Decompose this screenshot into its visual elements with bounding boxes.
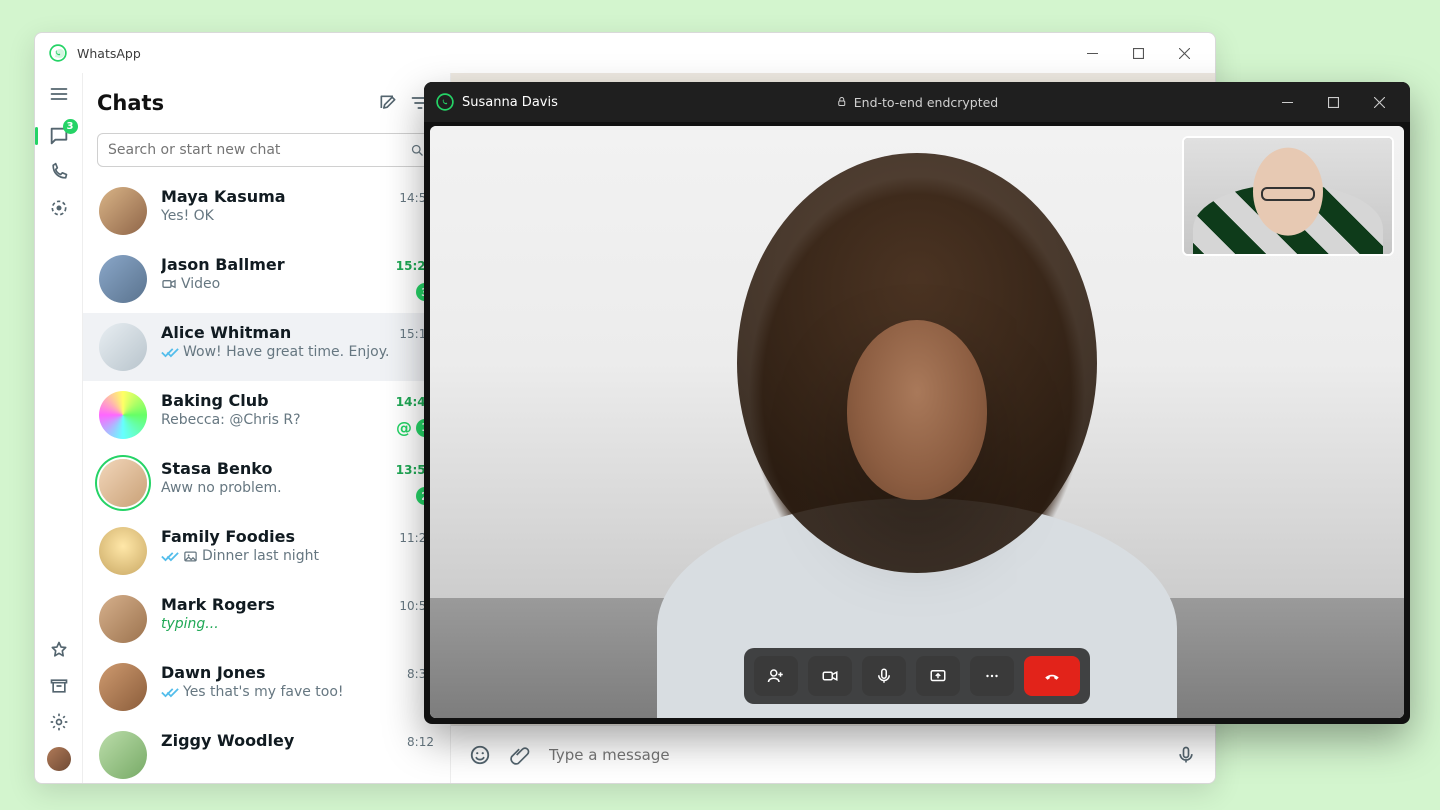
chat-preview: Yes! OK xyxy=(161,208,434,224)
call-maximize-button[interactable] xyxy=(1310,87,1356,117)
call-controls xyxy=(744,648,1090,704)
chat-preview: Yes that's my fave too! xyxy=(161,684,434,700)
call-minimize-button[interactable] xyxy=(1264,87,1310,117)
app-title: WhatsApp xyxy=(77,46,141,61)
chat-avatar xyxy=(99,391,147,439)
attach-icon[interactable] xyxy=(509,745,531,765)
chat-name: Jason Ballmer xyxy=(161,255,285,274)
chat-avatar xyxy=(99,323,147,371)
chat-item[interactable]: Dawn Jones 8:31 Yes that's my fave too! xyxy=(83,653,450,721)
chat-preview: typing... xyxy=(161,616,434,632)
new-chat-button[interactable] xyxy=(372,87,404,119)
chat-preview-text: Wow! Have great time. Enjoy. xyxy=(183,344,389,360)
chat-preview-text: typing... xyxy=(161,616,219,632)
lock-icon xyxy=(836,96,848,108)
hamburger-icon[interactable] xyxy=(48,83,70,105)
chat-avatar xyxy=(99,459,147,507)
chat-preview-text: Video xyxy=(181,276,220,292)
chat-preview-text: Yes! OK xyxy=(161,208,214,224)
call-close-button[interactable] xyxy=(1356,87,1402,117)
search-bar[interactable] xyxy=(97,133,436,167)
chat-item[interactable]: Jason Ballmer 15:22 Video 3 xyxy=(83,245,450,313)
whatsapp-logo-icon xyxy=(49,44,67,62)
toggle-video-button[interactable] xyxy=(808,656,852,696)
call-video-area xyxy=(430,126,1404,718)
nav-settings[interactable] xyxy=(48,711,70,733)
chat-preview: Aww no problem. xyxy=(161,480,434,496)
chat-avatar xyxy=(99,595,147,643)
chat-preview: Video xyxy=(161,276,434,292)
message-input[interactable] xyxy=(549,746,1157,764)
chat-preview: Dinner last night xyxy=(161,548,434,564)
mic-icon[interactable] xyxy=(1175,745,1197,765)
more-options-button[interactable] xyxy=(970,656,1014,696)
chat-list-title: Chats xyxy=(97,91,372,115)
self-view[interactable] xyxy=(1182,136,1394,256)
nav-archived[interactable] xyxy=(48,675,70,697)
chat-preview-text: Dinner last night xyxy=(202,548,319,564)
emoji-icon[interactable] xyxy=(469,744,491,766)
window-maximize-button[interactable] xyxy=(1115,38,1161,68)
chat-name: Baking Club xyxy=(161,391,269,410)
nav-calls[interactable] xyxy=(48,161,70,183)
window-close-button[interactable] xyxy=(1161,38,1207,68)
chat-time: 8:12 xyxy=(407,735,434,749)
end-call-button[interactable] xyxy=(1024,656,1080,696)
chat-item[interactable]: Mark Rogers 10:55 typing... xyxy=(83,585,450,653)
call-peer-name: Susanna Davis xyxy=(462,95,558,110)
chats-unread-badge: 3 xyxy=(63,119,78,134)
nav-rail: 3 xyxy=(35,73,83,783)
toggle-mic-button[interactable] xyxy=(862,656,906,696)
chat-item[interactable]: Maya Kasuma 14:55 Yes! OK xyxy=(83,177,450,245)
chat-avatar xyxy=(99,527,147,575)
search-icon xyxy=(410,143,425,158)
chat-name: Maya Kasuma xyxy=(161,187,286,206)
search-input[interactable] xyxy=(108,142,402,158)
chat-preview-text: Rebecca: @Chris R? xyxy=(161,412,301,428)
call-encryption-status: End-to-end endcrypted xyxy=(836,95,999,110)
chat-preview: Wow! Have great time. Enjoy. xyxy=(161,344,434,360)
titlebar: WhatsApp xyxy=(35,33,1215,73)
chat-name: Family Foodies xyxy=(161,527,295,546)
me-avatar[interactable] xyxy=(47,747,71,771)
chat-avatar xyxy=(99,187,147,235)
nav-status[interactable] xyxy=(48,197,70,219)
chat-avatar xyxy=(99,731,147,779)
chat-item[interactable]: Family Foodies 11:23 Dinner last night xyxy=(83,517,450,585)
chat-preview: Rebecca: @Chris R? xyxy=(161,412,434,428)
nav-chats[interactable]: 3 xyxy=(48,125,70,147)
chat-name: Stasa Benko xyxy=(161,459,273,478)
nav-starred[interactable] xyxy=(48,639,70,661)
chat-name: Ziggy Woodley xyxy=(161,731,294,750)
video-call-window: Susanna Davis End-to-end endcrypted xyxy=(424,82,1410,724)
chat-list[interactable]: Maya Kasuma 14:55 Yes! OK Jason Ballmer … xyxy=(83,177,450,783)
chat-avatar xyxy=(99,663,147,711)
message-composer xyxy=(451,725,1215,783)
chat-name: Mark Rogers xyxy=(161,595,275,614)
share-screen-button[interactable] xyxy=(916,656,960,696)
chat-item[interactable]: Stasa Benko 13:54 Aww no problem. 2 xyxy=(83,449,450,517)
whatsapp-logo-icon xyxy=(436,93,454,111)
chat-item[interactable]: Alice Whitman 15:10 Wow! Have great time… xyxy=(83,313,450,381)
window-minimize-button[interactable] xyxy=(1069,38,1115,68)
chat-name: Alice Whitman xyxy=(161,323,291,342)
chat-item[interactable]: Ziggy Woodley 8:12 xyxy=(83,721,450,783)
mention-icon: @ xyxy=(396,418,412,437)
chat-item[interactable]: Baking Club 14:45 Rebecca: @Chris R? @1 xyxy=(83,381,450,449)
add-participant-button[interactable] xyxy=(754,656,798,696)
chat-name: Dawn Jones xyxy=(161,663,266,682)
chat-list-panel: Chats Maya Kasuma 14:55 Yes! OK xyxy=(83,73,451,783)
call-titlebar: Susanna Davis End-to-end endcrypted xyxy=(424,82,1410,122)
chat-preview-text: Aww no problem. xyxy=(161,480,282,496)
chat-avatar xyxy=(99,255,147,303)
chat-preview-text: Yes that's my fave too! xyxy=(183,684,344,700)
